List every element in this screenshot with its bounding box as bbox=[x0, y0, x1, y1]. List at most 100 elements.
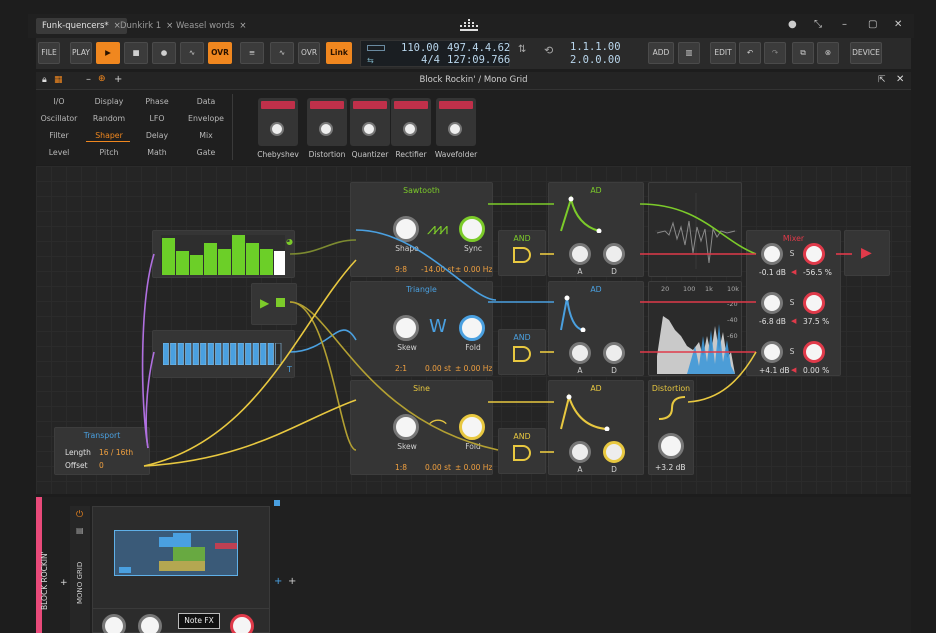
triangle-oscillator[interactable]: Triangle Skew W Fold 2:1 0.00 st ± 0.00 … bbox=[350, 281, 493, 376]
module-card-chebyshev[interactable] bbox=[258, 98, 298, 146]
add-audio-fx-icon[interactable]: + bbox=[288, 576, 296, 587]
add-device-icon[interactable]: + bbox=[60, 578, 68, 588]
tab-weasel-words[interactable]: Weasel words × bbox=[170, 18, 253, 34]
ad-envelope-1[interactable]: AD A D bbox=[548, 182, 644, 277]
category-gate[interactable]: Gate bbox=[181, 148, 231, 157]
category-data[interactable]: Data bbox=[181, 97, 231, 106]
play-button[interactable]: ▶ bbox=[96, 42, 120, 64]
position-readout[interactable]: 497.4.4.62 bbox=[447, 42, 510, 54]
sequencer-edit-icon[interactable]: ◕ bbox=[286, 237, 293, 246]
popout-icon[interactable]: ⇱ bbox=[878, 75, 886, 85]
metronome-icon[interactable] bbox=[367, 45, 385, 51]
module-card-rectifier[interactable] bbox=[391, 98, 431, 146]
envelope-curve[interactable] bbox=[559, 393, 637, 431]
link-button[interactable]: Link bbox=[326, 42, 352, 64]
tempo-position-display[interactable]: ⇆ 110.00 4/4 497.4.4.62 127:09.766 bbox=[360, 40, 510, 67]
pitch-value[interactable]: 0.00 st bbox=[425, 364, 451, 373]
edit-button[interactable]: EDIT bbox=[710, 42, 736, 64]
category-delay[interactable]: Delay bbox=[132, 131, 182, 140]
mixer-level-knob[interactable] bbox=[761, 341, 783, 363]
redo-button[interactable]: ↷ bbox=[764, 42, 786, 64]
skew-knob[interactable] bbox=[393, 315, 419, 341]
category-pitch[interactable]: Pitch bbox=[84, 148, 134, 157]
meter-readout[interactable]: 4/4 bbox=[421, 54, 440, 66]
category-level[interactable]: Level bbox=[34, 148, 84, 157]
mixer-module[interactable]: Mixer S -0.1 dB ◀ -56.5 % S -6.8 dB ◀ 37.5 % S +4… bbox=[746, 230, 841, 376]
macro-knob-1[interactable] bbox=[102, 614, 126, 633]
mixer-pan-value[interactable]: 37.5 % bbox=[803, 317, 829, 326]
record-indicator-icon[interactable]: ● bbox=[788, 19, 797, 30]
ratio-value[interactable]: 1:8 bbox=[395, 463, 407, 472]
fullscreen-icon[interactable]: ⤡ bbox=[814, 19, 822, 30]
ratio-value[interactable]: 2:1 bbox=[395, 364, 407, 373]
mixer-db-value[interactable]: -6.8 dB bbox=[759, 317, 786, 326]
mixer-level-knob[interactable] bbox=[761, 243, 783, 265]
stop-icon[interactable] bbox=[276, 298, 285, 307]
mixer-db-value[interactable]: -0.1 dB bbox=[759, 268, 786, 277]
category-shaper[interactable]: Shaper bbox=[84, 131, 134, 140]
speaker-icon[interactable]: ◀ bbox=[791, 268, 796, 276]
sawtooth-oscillator[interactable]: Sawtooth Shape ⩘⩘⩘ Sync 9:8 -14.00 st ± … bbox=[350, 182, 493, 277]
attack-knob[interactable] bbox=[569, 441, 591, 463]
pitch-value[interactable]: 0.00 st bbox=[425, 463, 451, 472]
gain-value[interactable]: +3.2 dB bbox=[655, 463, 686, 472]
undo-button[interactable]: ↶ bbox=[739, 42, 761, 64]
speaker-icon[interactable]: ◀ bbox=[791, 317, 796, 325]
module-card-distortion[interactable] bbox=[307, 98, 347, 146]
and-gate-1[interactable]: AND bbox=[498, 230, 546, 276]
hz-value[interactable]: ± 0.00 Hz bbox=[455, 265, 492, 274]
add-button[interactable]: ADD bbox=[648, 42, 674, 64]
mixer-view-button[interactable]: ▥ bbox=[678, 42, 700, 64]
stop-button[interactable]: ■ bbox=[124, 42, 148, 64]
category-lfo[interactable]: LFO bbox=[132, 114, 182, 123]
hz-value[interactable]: ± 0.00 Hz bbox=[455, 364, 492, 373]
power-icon[interactable]: ⏻ bbox=[76, 510, 83, 520]
minimize-icon[interactable]: – bbox=[842, 19, 847, 30]
mixer-pan-knob[interactable] bbox=[803, 292, 825, 314]
gain-knob[interactable] bbox=[658, 433, 684, 459]
mixer-pan-knob[interactable] bbox=[803, 243, 825, 265]
step-bars[interactable] bbox=[161, 235, 285, 275]
category-display[interactable]: Display bbox=[84, 97, 134, 106]
clock-module[interactable]: ▶ bbox=[251, 283, 297, 325]
punch-icon[interactable]: ⇅ bbox=[518, 44, 526, 55]
category-i-o[interactable]: I/O bbox=[34, 97, 84, 106]
copy-button[interactable]: ⧉ bbox=[792, 42, 814, 64]
attack-knob[interactable] bbox=[569, 342, 591, 364]
tempo-readout[interactable]: 110.00 bbox=[401, 42, 439, 54]
window-close-icon[interactable]: ✕ bbox=[894, 19, 902, 30]
module-card-wavefolder[interactable] bbox=[436, 98, 476, 146]
delete-button[interactable]: ⊗ bbox=[817, 42, 839, 64]
fold-knob[interactable] bbox=[459, 414, 485, 440]
mixer-pan-knob[interactable] bbox=[803, 341, 825, 363]
close-icon[interactable]: ✕ bbox=[896, 74, 904, 85]
loop-end-readout[interactable]: 2.0.0.00 bbox=[570, 54, 621, 66]
output-knob[interactable] bbox=[230, 614, 254, 633]
skew-knob[interactable] bbox=[393, 414, 419, 440]
loop-icon[interactable]: ⟲ bbox=[544, 44, 553, 57]
module-card-quantizer[interactable] bbox=[350, 98, 390, 146]
pitch-value[interactable]: -14.00 st bbox=[421, 265, 454, 274]
mixer-pan-value[interactable]: 0.00 % bbox=[803, 366, 829, 375]
loop-start-readout[interactable]: 1.1.1.00 bbox=[570, 41, 621, 53]
mixer-db-value[interactable]: +4.1 dB bbox=[759, 366, 790, 375]
ratio-value[interactable]: 9:8 bbox=[395, 265, 407, 274]
preset-icon[interactable]: ▤ bbox=[76, 526, 84, 535]
envelope-curve[interactable] bbox=[559, 294, 637, 332]
ad-envelope-2[interactable]: AD A D bbox=[548, 281, 644, 376]
launcher-button[interactable]: ≡ bbox=[240, 42, 264, 64]
shape-knob[interactable] bbox=[393, 216, 419, 242]
groove-icon[interactable]: ⇆ bbox=[367, 56, 374, 65]
oscilloscope-module[interactable] bbox=[648, 182, 742, 277]
category-math[interactable]: Math bbox=[132, 148, 182, 157]
clip-automation-button[interactable]: ∿ bbox=[270, 42, 294, 64]
close-icon[interactable]: × bbox=[239, 21, 246, 31]
record-button[interactable]: ● bbox=[152, 42, 176, 64]
decay-knob[interactable] bbox=[603, 243, 625, 265]
note-fx-button[interactable]: Note FX bbox=[178, 613, 220, 629]
category-random[interactable]: Random bbox=[84, 114, 134, 123]
grid-preview[interactable] bbox=[114, 530, 238, 576]
category-mix[interactable]: Mix bbox=[181, 131, 231, 140]
add-note-fx-icon[interactable]: + bbox=[274, 576, 282, 587]
transport-module[interactable]: Transport Length 16 / 16th Offset 0 bbox=[54, 427, 150, 475]
